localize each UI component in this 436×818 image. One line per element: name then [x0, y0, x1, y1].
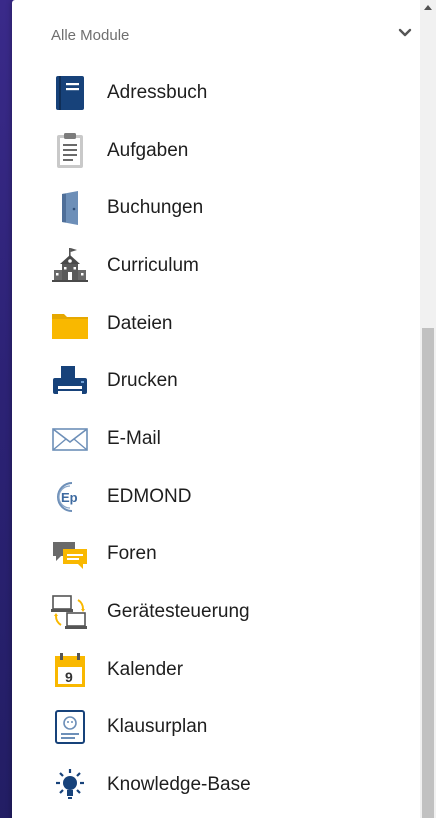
- chevron-down-icon[interactable]: [398, 26, 412, 40]
- chat-bubbles-icon: [53, 542, 87, 570]
- module-item-kalender[interactable]: 9 Kalender: [12, 641, 412, 699]
- door-icon: [62, 191, 78, 226]
- module-label: Gerätesteuerung: [107, 601, 250, 623]
- module-label: Adressbuch: [107, 81, 208, 103]
- edmond-logo-icon: Ep: [57, 481, 78, 512]
- module-list: Adressbuch Aufgaben Buchungen Curriculum…: [12, 64, 412, 814]
- edmond-logo-text: Ep: [61, 490, 78, 505]
- printer-icon: [53, 366, 87, 395]
- module-label: Dateien: [107, 312, 173, 334]
- module-item-dateien[interactable]: Dateien: [12, 295, 412, 353]
- module-item-aufgaben[interactable]: Aufgaben: [12, 122, 412, 180]
- module-label: EDMOND: [107, 485, 192, 507]
- module-item-buchungen[interactable]: Buchungen: [12, 179, 412, 237]
- module-item-adressbuch[interactable]: Adressbuch: [12, 64, 412, 122]
- module-label: E-Mail: [107, 427, 161, 449]
- module-item-foren[interactable]: Foren: [12, 526, 412, 584]
- scroll-up-arrow-icon[interactable]: [420, 0, 436, 16]
- modules-dropdown-panel: Alle Module Adressbuch Aufgaben Buchunge…: [12, 0, 420, 818]
- dropdown-title: Alle Module: [51, 27, 130, 44]
- module-label: Buchungen: [107, 197, 204, 219]
- module-label: Foren: [107, 543, 157, 565]
- module-item-edmond[interactable]: Ep EDMOND: [12, 468, 412, 526]
- calendar-icon: 9: [55, 652, 85, 687]
- app-stage: Alle Module Adressbuch Aufgaben Buchunge…: [0, 0, 436, 818]
- module-label: Aufgaben: [107, 139, 189, 161]
- module-item-klausurplan[interactable]: Klausurplan: [12, 699, 412, 757]
- module-item-drucken[interactable]: Drucken: [12, 352, 412, 410]
- calendar-day-number: 9: [65, 669, 73, 685]
- module-item-knowledge-base[interactable]: Knowledge-Base: [12, 756, 412, 814]
- module-label: Curriculum: [107, 254, 199, 276]
- exam-plan-icon: [55, 710, 85, 745]
- dropdown-header[interactable]: Alle Module: [12, 0, 420, 64]
- school-building-icon: [52, 247, 88, 282]
- envelope-icon: [52, 428, 88, 451]
- module-label: Kalender: [107, 658, 184, 680]
- module-label: Knowledge-Base: [107, 774, 251, 796]
- device-control-icon: [51, 595, 87, 630]
- address-book-icon: [56, 75, 84, 110]
- folder-icon: [52, 313, 88, 339]
- scrollbar[interactable]: [420, 0, 436, 818]
- module-label: Klausurplan: [107, 716, 208, 738]
- scrollbar-thumb[interactable]: [422, 328, 434, 818]
- module-label: Drucken: [107, 370, 178, 392]
- module-item-e-mail[interactable]: E-Mail: [12, 410, 412, 468]
- lightbulb-icon: [56, 769, 84, 800]
- clipboard-icon: [57, 132, 83, 168]
- module-item-curriculum[interactable]: Curriculum: [12, 237, 412, 295]
- module-item-geraetesteuerung[interactable]: Gerätesteuerung: [12, 583, 412, 641]
